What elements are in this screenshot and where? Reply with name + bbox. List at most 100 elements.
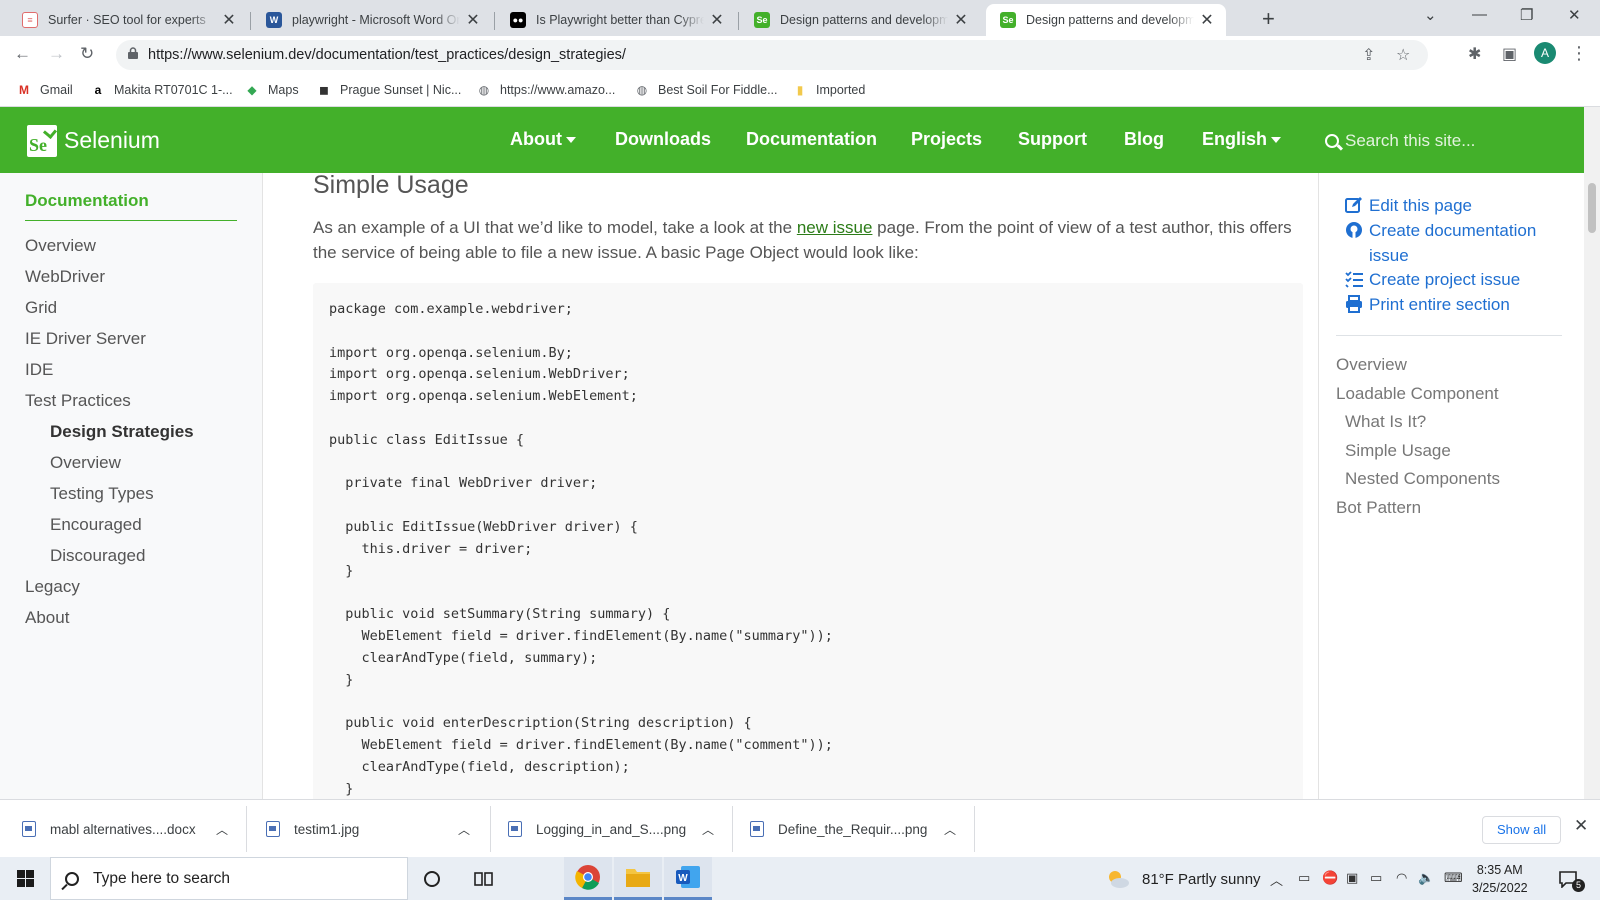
bookmark-star-icon[interactable]: ☆: [1396, 45, 1410, 65]
sidebar-item-legacy[interactable]: Legacy: [25, 577, 80, 597]
download-item[interactable]: Define_the_Requir....png ︿: [750, 800, 972, 858]
bookmark-prague[interactable]: ◼ Prague Sunset | Nic...: [316, 82, 461, 98]
download-item[interactable]: Logging_in_and_S....png ︿: [508, 800, 730, 858]
weather-widget[interactable]: 81°F Partly sunny: [1106, 869, 1261, 889]
toc-item-nested-components[interactable]: Nested Components: [1345, 469, 1500, 489]
sidebar-item-about[interactable]: About: [25, 608, 69, 628]
minimize-button[interactable]: —: [1472, 6, 1487, 23]
chrome-taskbar-icon[interactable]: [564, 857, 612, 900]
close-tab-icon[interactable]: ✕: [708, 10, 726, 30]
profile-avatar[interactable]: A: [1534, 42, 1556, 64]
tab-selenium[interactable]: Se Design patterns and development ✕: [740, 4, 980, 36]
nav-support[interactable]: Support: [1018, 129, 1087, 150]
sidebar-item-test-practices[interactable]: Test Practices: [25, 391, 131, 411]
battery-icon[interactable]: ▭: [1370, 870, 1382, 886]
bookmark-gmail[interactable]: M Gmail: [16, 82, 73, 98]
bookmark-maps[interactable]: ◆ Maps: [244, 82, 298, 98]
edit-page-link[interactable]: Edit this page: [1345, 193, 1472, 218]
sidebar-item-overview[interactable]: Overview: [25, 236, 96, 256]
bookmark-folder-imported[interactable]: ▮ Imported: [792, 82, 866, 98]
page-scrollbar[interactable]: [1584, 107, 1600, 799]
toc-item-bot-pattern[interactable]: Bot Pattern: [1336, 498, 1421, 518]
tab-medium[interactable]: ●● Is Playwright better than Cypress ✕: [496, 4, 736, 36]
new-tab-button[interactable]: +: [1262, 6, 1275, 32]
sidebar-title[interactable]: Documentation: [25, 191, 149, 211]
word-taskbar-icon[interactable]: W: [664, 857, 712, 900]
keyboard-icon[interactable]: ⌨: [1444, 870, 1463, 886]
create-doc-issue-link[interactable]: Create documentation issue: [1345, 218, 1565, 268]
chevron-up-icon[interactable]: ︿: [216, 821, 228, 838]
address-bar[interactable]: https://www.selenium.dev/documentation/t…: [116, 40, 1428, 70]
bookmark-makita[interactable]: a Makita RT0701C 1-...: [90, 82, 233, 98]
chevron-up-icon[interactable]: ︿: [702, 821, 714, 838]
notifications-icon[interactable]: 5: [1548, 857, 1588, 900]
scrollbar-thumb[interactable]: [1588, 183, 1596, 233]
show-all-downloads-button[interactable]: Show all: [1482, 816, 1562, 844]
sidebar-item-overview-sub[interactable]: Overview: [50, 453, 121, 473]
sidebar-item-ie-driver-server[interactable]: IE Driver Server: [25, 329, 146, 349]
extensions-icon[interactable]: ✱: [1468, 44, 1481, 64]
search-input[interactable]: [1345, 131, 1525, 151]
create-project-issue-link[interactable]: Create project issue: [1345, 267, 1520, 292]
close-tab-icon[interactable]: ✕: [220, 10, 238, 30]
download-item[interactable]: mabl alternatives....docx ︿: [22, 800, 244, 858]
selenium-logo[interactable]: Se: [27, 124, 58, 157]
nav-about[interactable]: About: [510, 129, 576, 150]
new-issue-link[interactable]: new issue: [797, 218, 873, 237]
sidebar-item-encouraged[interactable]: Encouraged: [50, 515, 142, 535]
close-window-button[interactable]: ✕: [1568, 6, 1581, 24]
nav-documentation[interactable]: Documentation: [746, 129, 877, 150]
chevron-up-icon[interactable]: ︿: [458, 821, 470, 838]
display-icon[interactable]: ▣: [1346, 870, 1358, 886]
windows-start-icon[interactable]: [17, 870, 34, 887]
code-block[interactable]: package com.example.webdriver; import or…: [313, 283, 1303, 799]
tab-search-icon[interactable]: ⌄: [1424, 6, 1437, 24]
restore-button[interactable]: ❐: [1520, 6, 1533, 24]
toc-item-overview[interactable]: Overview: [1336, 355, 1407, 375]
sidebar-item-design-strategies[interactable]: Design Strategies: [50, 422, 194, 442]
tab-surfer[interactable]: ≡ Surfer · SEO tool for experts ✕: [8, 4, 248, 36]
sidebar-item-webdriver[interactable]: WebDriver: [25, 267, 105, 287]
nav-downloads[interactable]: Downloads: [615, 129, 711, 150]
lock-icon[interactable]: [128, 47, 138, 59]
system-clock[interactable]: 8:35 AM 3/25/2022: [1472, 861, 1528, 897]
site-search[interactable]: [1325, 127, 1535, 155]
task-view-icon[interactable]: [460, 857, 508, 900]
security-icon[interactable]: ⛔: [1322, 870, 1338, 886]
chevron-up-icon[interactable]: ︿: [944, 821, 956, 838]
nav-blog[interactable]: Blog: [1124, 129, 1164, 150]
share-icon[interactable]: ⇪: [1362, 45, 1375, 65]
tab-selenium-active[interactable]: Se Design patterns and development ✕: [986, 4, 1226, 36]
browser-menu-icon[interactable]: ⋮: [1570, 42, 1588, 64]
volume-icon[interactable]: 🔈: [1418, 870, 1434, 886]
close-tab-icon[interactable]: ✕: [1198, 10, 1216, 30]
brand-name[interactable]: Selenium: [64, 127, 160, 154]
close-tab-icon[interactable]: ✕: [952, 10, 970, 30]
side-panel-icon[interactable]: ▣: [1502, 44, 1517, 64]
sidebar-item-discouraged[interactable]: Discouraged: [50, 546, 145, 566]
toc-item-what-is-it[interactable]: What Is It?: [1345, 412, 1426, 432]
bookmark-soil[interactable]: ◍ Best Soil For Fiddle...: [634, 82, 778, 98]
toc-item-loadable-component[interactable]: Loadable Component: [1336, 384, 1499, 404]
forward-icon[interactable]: →: [48, 44, 65, 64]
file-explorer-icon[interactable]: [614, 857, 662, 900]
tab-word[interactable]: W playwright - Microsoft Word Online ✕: [252, 4, 492, 36]
meet-now-icon[interactable]: ▭: [1298, 870, 1310, 886]
back-icon[interactable]: ←: [14, 44, 31, 64]
reload-icon[interactable]: ↻: [80, 44, 94, 64]
close-shelf-icon[interactable]: ✕: [1574, 816, 1588, 836]
print-section-link[interactable]: Print entire section: [1345, 292, 1510, 317]
download-item[interactable]: testim1.jpg ︿: [266, 800, 488, 858]
close-tab-icon[interactable]: ✕: [464, 10, 482, 30]
taskbar-search[interactable]: Type here to search: [50, 857, 408, 900]
wifi-icon[interactable]: ◠: [1396, 870, 1407, 886]
cortana-icon[interactable]: [408, 857, 456, 900]
sidebar-item-testing-types[interactable]: Testing Types: [50, 484, 154, 504]
sidebar-item-ide[interactable]: IDE: [25, 360, 53, 380]
sidebar-item-grid[interactable]: Grid: [25, 298, 57, 318]
nav-projects[interactable]: Projects: [911, 129, 982, 150]
bookmark-amazon[interactable]: ◍ https://www.amazo...: [476, 82, 616, 98]
chevron-up-icon[interactable]: ︿: [1270, 870, 1283, 889]
nav-language[interactable]: English: [1202, 129, 1282, 150]
toc-item-simple-usage[interactable]: Simple Usage: [1345, 441, 1451, 461]
